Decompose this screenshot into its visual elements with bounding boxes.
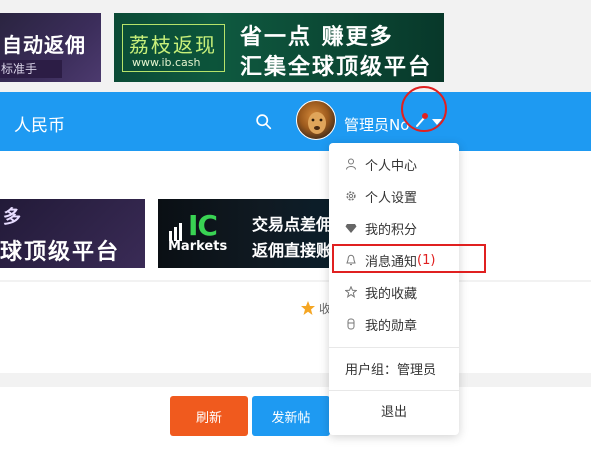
ad-banner-auto-rebate[interactable]: 自动返佣 标准手	[0, 13, 101, 82]
ib-cash-logo-text: 荔枝返现	[129, 33, 217, 57]
chart-bars-icon	[169, 223, 182, 241]
banner-headline: 自动返佣	[2, 33, 86, 57]
refresh-button[interactable]: 刷新	[170, 396, 248, 436]
new-post-button[interactable]: 发新帖	[252, 396, 330, 436]
banner-subline: 球顶级平台	[0, 240, 121, 265]
medal-icon	[347, 318, 355, 330]
banner-subline: 汇集全球顶级平台	[240, 55, 433, 80]
search-icon[interactable]	[255, 113, 272, 130]
logout-button[interactable]: 退出	[329, 401, 459, 420]
user-icon	[346, 158, 356, 170]
currency-selector[interactable]: 人民币	[14, 111, 65, 136]
user-group-label: 用户组：管理员	[345, 363, 437, 378]
top-navbar: 人民币 管理员No	[0, 92, 591, 151]
menu-item-settings[interactable]: 个人设置	[329, 181, 459, 211]
star-outline-icon	[345, 286, 357, 298]
ib-cash-logo-url: www.ib.cash	[132, 56, 201, 69]
diamond-icon	[345, 224, 357, 233]
menu-divider	[329, 347, 459, 348]
menu-item-label: 我的收藏	[365, 286, 418, 302]
menu-item-label: 我的勋章	[365, 318, 418, 334]
ic-markets-logo-text: IC	[188, 209, 218, 242]
gear-icon	[346, 191, 356, 201]
ad-banner-global-platforms[interactable]: 多 球顶级平台	[0, 199, 145, 268]
menu-divider	[329, 390, 459, 391]
banner-subline: 标准手	[0, 60, 62, 78]
annotation-circle	[401, 86, 447, 132]
menu-item-label: 个人设置	[365, 190, 418, 206]
banner-headline: 多	[3, 207, 21, 228]
menu-item-points[interactable]: 我的积分	[329, 213, 459, 243]
annotation-highlight-box	[332, 244, 486, 273]
menu-item-label: 我的积分	[365, 222, 418, 238]
star-icon[interactable]	[300, 300, 316, 316]
banner-headline: 交易点差佣	[252, 215, 333, 234]
content-panel	[0, 282, 591, 373]
menu-item-medals[interactable]: 我的勋章	[329, 309, 459, 339]
ic-markets-logo-sub: Markets	[168, 239, 228, 254]
menu-item-favorites[interactable]: 我的收藏	[329, 277, 459, 307]
banner-headline: 省一点 赚更多	[240, 25, 394, 50]
ad-banner-ic-markets[interactable]: IC Markets 交易点差佣 返佣直接账	[158, 199, 333, 268]
collect-link[interactable]: 收	[319, 300, 329, 317]
banner-subline: 返佣直接账	[252, 241, 333, 260]
user-dropdown-menu: 个人中心 个人设置 我的积分 消息通知 (1) 我的收藏 我的勋章 用户组：管理…	[329, 143, 459, 435]
menu-item-profile[interactable]: 个人中心	[329, 149, 459, 179]
menu-item-label: 个人中心	[365, 158, 418, 174]
username-menu-toggle[interactable]: 管理员No	[344, 114, 409, 135]
ad-banner-ib-cash[interactable]: 荔枝返现 www.ib.cash 省一点 赚更多 汇集全球顶级平台	[114, 13, 444, 82]
ib-cash-logo: 荔枝返现 www.ib.cash	[122, 24, 225, 72]
avatar[interactable]	[296, 100, 336, 140]
